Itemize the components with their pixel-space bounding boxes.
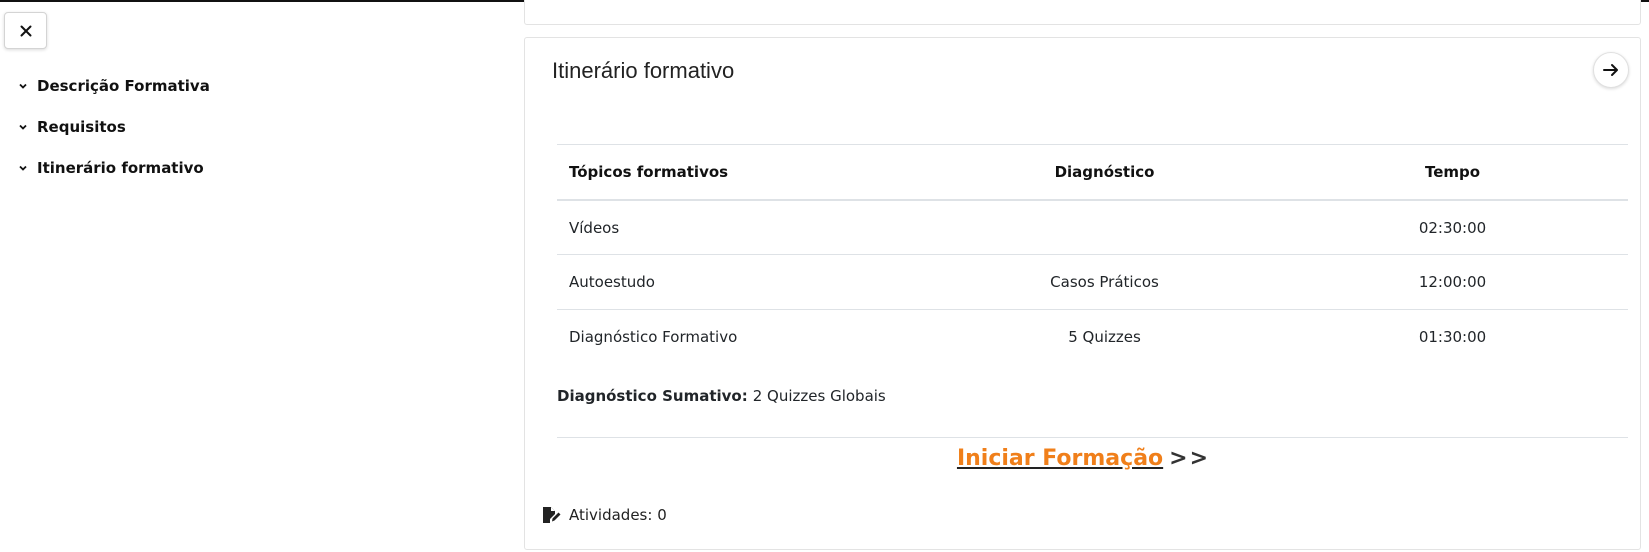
table-row: Diagnóstico Formativo 5 Quizzes 01:30:00 [557,309,1628,364]
start-arrows: >> [1169,446,1211,471]
cell-diagnostico: 5 Quizzes [1068,328,1141,346]
sidebar-item-itinerario[interactable]: Itinerário formativo [16,158,476,178]
cell-diagnostico: Casos Práticos [1050,273,1159,291]
cell-tempo: 01:30:00 [1418,328,1487,346]
start-section: Iniciar Formação >> [525,446,1642,471]
sidebar-item-label: Descrição Formativa [37,77,210,95]
itinerario-table: Tópicos formativos Diagnóstico Tempo Víd… [557,144,1628,364]
sumativo-label: Diagnóstico Sumativo: [557,387,748,405]
table-header-row: Tópicos formativos Diagnóstico Tempo [557,144,1628,199]
table-row: Autoestudo Casos Práticos 12:00:00 [557,254,1628,309]
atividades-label: Atividades: 0 [569,506,667,524]
file-edit-icon [542,506,561,524]
atividades: Atividades: 0 [542,506,667,524]
sidebar-item-requisitos[interactable]: Requisitos [16,117,476,137]
column-header-tempo: Tempo [1424,163,1481,181]
previous-card [524,0,1641,25]
sumativo-value: 2 Quizzes Globais [752,387,886,405]
close-icon [20,25,31,36]
close-sidebar-button[interactable] [4,12,47,49]
table-row: Vídeos 02:30:00 [557,199,1628,254]
chevron-down-icon [16,79,30,93]
cell-tempo: 12:00:00 [1418,273,1487,291]
card-title: Itinerário formativo [552,58,735,83]
chevron-down-icon [16,120,30,134]
column-header-diagnostico: Diagnóstico [1054,163,1155,181]
cell-topico: Vídeos [569,218,620,237]
next-button[interactable] [1593,52,1629,88]
cell-tempo: 02:30:00 [1418,218,1487,237]
sidebar-item-label: Itinerário formativo [37,159,204,177]
cell-topico: Diagnóstico Formativo [569,328,738,346]
arrow-right-icon [1603,64,1618,76]
sidebar-item-descricao[interactable]: Descrição Formativa [16,76,476,96]
iniciar-formacao-link[interactable]: Iniciar Formação [957,446,1163,471]
sidebar-item-label: Requisitos [37,118,126,136]
cell-topico: Autoestudo [569,273,655,291]
chevron-down-icon [16,161,30,175]
column-header-topicos: Tópicos formativos [569,163,729,181]
sidebar: Descrição Formativa Requisitos Itinerári… [16,76,476,199]
itinerario-card: Itinerário formativo Tópicos formativos … [524,37,1641,550]
diagnostico-sumativo: Diagnóstico Sumativo: 2 Quizzes Globais [557,387,1628,438]
